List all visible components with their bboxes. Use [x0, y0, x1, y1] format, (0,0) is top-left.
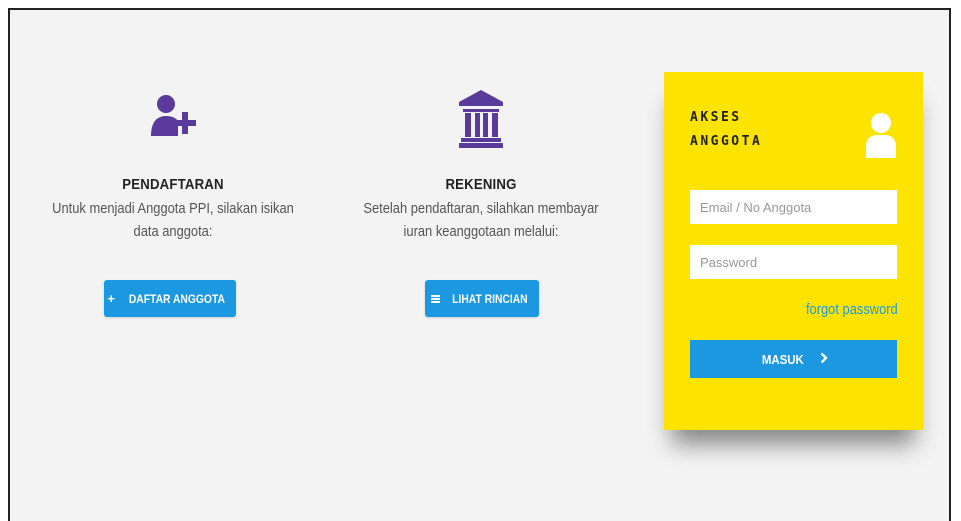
forgot-password-link[interactable]: forgot password [806, 301, 898, 318]
registration-title: PENDAFTARAN [122, 176, 224, 193]
login-button[interactable]: MASUK [690, 340, 897, 378]
password-field[interactable] [690, 245, 897, 279]
bank-icon [457, 90, 505, 148]
login-button-label: MASUK [761, 351, 804, 367]
view-details-label: LIHAT RINCIAN [451, 291, 528, 306]
registration-description: Untuk menjadi Anggota PPI, silakan isika… [52, 200, 294, 240]
member-access-title: AKSES ANGGOTA [690, 110, 763, 149]
register-member-label: DAFTAR ANGGOTA [128, 291, 225, 306]
account-section: REKENING Setelah pendaftaran, silahkan m… [336, 90, 626, 243]
plus-icon: + [107, 291, 115, 306]
email-field[interactable] [690, 190, 897, 224]
list-icon [430, 294, 440, 303]
registration-section: PENDAFTARAN Untuk menjadi Anggota PPI, s… [28, 92, 318, 243]
account-title: REKENING [445, 176, 517, 193]
account-description: Setelah pendaftaran, silahkan membayar i… [363, 200, 599, 240]
register-member-button[interactable]: + DAFTAR ANGGOTA [104, 280, 236, 317]
user-plus-icon [148, 92, 198, 138]
member-access-panel: AKSES ANGGOTA forgot password MASUK [664, 72, 923, 430]
chevron-right-icon [820, 352, 829, 367]
view-details-button[interactable]: LIHAT RINCIAN [425, 280, 539, 317]
user-icon [865, 112, 897, 163]
